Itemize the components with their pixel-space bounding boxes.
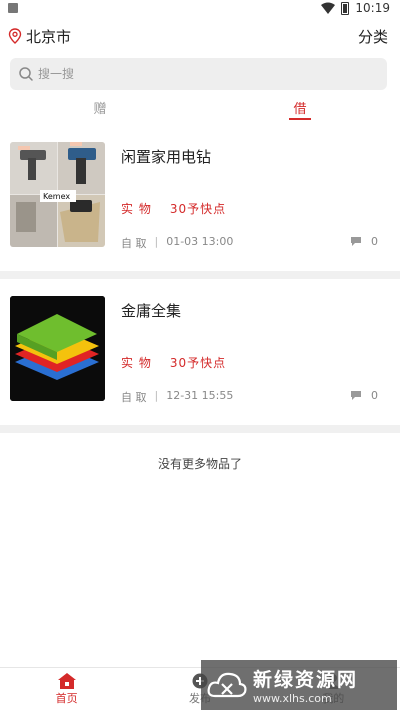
item-tags: 实 物 30予快点: [121, 354, 226, 371]
tab-active-indicator: [289, 118, 311, 120]
list-item[interactable]: Kemex 闲置家用电钻 实 物 30予快点 自 取 | 01-03 13:00…: [0, 126, 400, 252]
item-comment-count: 0: [371, 389, 378, 402]
location-pin-icon: [8, 28, 22, 44]
svg-text:Kemex: Kemex: [43, 192, 70, 201]
search-icon: [19, 67, 33, 81]
item-type: 实 物: [121, 356, 152, 370]
nav-home[interactable]: 首页: [0, 668, 133, 710]
item-pickup: 自 取: [121, 237, 147, 250]
wifi-icon: [321, 2, 336, 14]
item-price: 30予快点: [169, 356, 227, 370]
notification-icon: [8, 3, 18, 13]
nav-home-label: 首页: [55, 691, 78, 705]
search-bar[interactable]: [10, 58, 387, 90]
item-thumbnail: Kemex: [10, 142, 105, 247]
category-button[interactable]: 分类: [358, 26, 388, 47]
location-selector[interactable]: 北京市: [8, 26, 71, 47]
tab-give-label: 赠: [93, 102, 107, 117]
tab-give[interactable]: 赠: [0, 94, 200, 124]
watermark: 新绿资源网 www.xlhs.com: [201, 660, 397, 710]
item-separator: |: [154, 389, 159, 402]
bluestacks-logo-icon: [10, 296, 105, 401]
item-comments: 0: [351, 235, 378, 248]
item-price: 30予快点: [169, 202, 227, 216]
cloud-logo-icon: [207, 672, 247, 698]
battery-icon: [341, 1, 350, 15]
item-title: 金庸全集: [121, 302, 182, 320]
item-type: 实 物: [121, 202, 152, 216]
search-input[interactable]: [38, 67, 338, 81]
status-right: 10:19: [321, 1, 390, 15]
item-meta: 自 取 | 12-31 15:55: [121, 389, 233, 405]
item-comments: 0: [351, 389, 378, 402]
item-date: 01-03 13:00: [166, 235, 234, 248]
tab-borrow[interactable]: 借: [200, 94, 400, 124]
comment-icon: [351, 237, 361, 246]
item-tags: 实 物 30予快点: [121, 200, 226, 217]
watermark-title: 新绿资源网: [253, 669, 359, 691]
item-title: 闲置家用电钻: [121, 148, 212, 166]
item-thumbnail: [10, 296, 105, 401]
status-time: 10:19: [355, 1, 390, 15]
divider: [0, 271, 400, 279]
item-date: 12-31 15:55: [166, 389, 234, 402]
top-bar: 北京市 分类: [0, 20, 400, 52]
item-pickup: 自 取: [121, 391, 147, 404]
status-bar: 10:19: [0, 0, 400, 18]
drill-photo-icon: Kemex: [10, 142, 105, 247]
list-item[interactable]: 金庸全集 实 物 30予快点 自 取 | 12-31 15:55 0: [0, 280, 400, 406]
comment-icon: [351, 391, 361, 400]
item-comment-count: 0: [371, 235, 378, 248]
item-meta: 自 取 | 01-03 13:00: [121, 235, 233, 251]
tab-borrow-label: 借: [293, 102, 307, 117]
watermark-url: www.xlhs.com: [253, 692, 332, 705]
end-of-list-text: 没有更多物品了: [157, 457, 242, 471]
divider: [0, 425, 400, 433]
watermark-text: 新绿资源网 www.xlhs.com: [253, 665, 358, 705]
home-icon: [57, 672, 76, 689]
item-separator: |: [154, 235, 159, 248]
tab-bar: 赠 借: [0, 94, 400, 124]
location-label: 北京市: [26, 27, 72, 46]
